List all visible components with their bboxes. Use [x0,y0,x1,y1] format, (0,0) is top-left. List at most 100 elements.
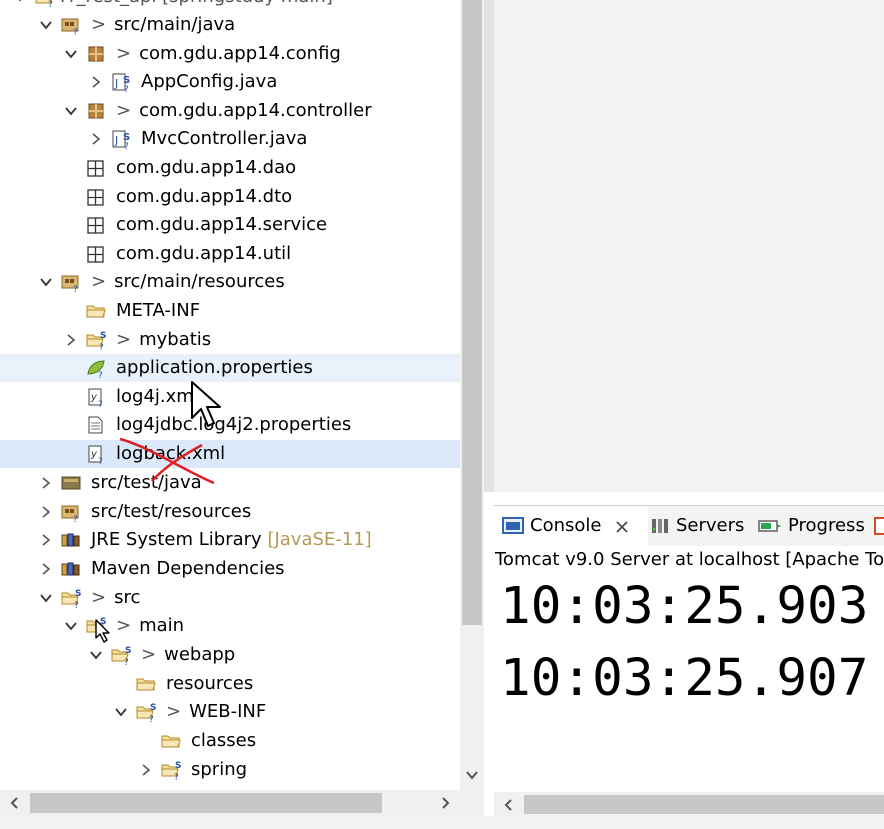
tree-vertical-scrollbar[interactable] [460,0,484,790]
tab-progress[interactable]: Progress [758,506,868,546]
tree-item[interactable]: ?S>main [0,612,460,640]
tree-item[interactable]: ? S > WEB-INF [0,698,460,726]
tree-item-text: com.gdu.app14.dto [116,183,292,211]
git-change-marker: > [116,615,132,636]
tree-item[interactable]: log4jdbc.log4j2.properties [0,411,460,439]
svg-text:?: ? [124,142,129,149]
tree-item[interactable]: com.gdu.app14.dto [0,183,460,211]
tree-item[interactable]: src/test/java [0,469,460,497]
chevron-down-icon[interactable] [65,105,77,117]
tree-item[interactable]: ? > src/main/java [0,11,460,39]
folder-icon [136,678,156,691]
tree-item-label: application.properties [116,357,313,378]
tree-item[interactable]: J S? AppConfig.java [0,68,460,96]
chevron-down-icon[interactable] [14,0,26,3]
svg-text:y: y [90,392,98,403]
tree-item[interactable]: META-INF [0,297,460,325]
chevron-down-icon[interactable] [40,592,52,604]
console-horizontal-scroll-thumb[interactable] [524,795,884,814]
package-explorer: ?SFr_rest_api [springstudy main]?>src/ma… [0,0,484,829]
tree-item-label: com.gdu.app14.service [116,214,328,235]
chevron-down-icon[interactable] [115,706,127,718]
git-change-marker: > [116,329,132,350]
chevron-down-icon[interactable] [65,48,77,60]
overflow-tab-icon[interactable] [874,516,884,536]
tree-item[interactable]: JRE System Library [JavaSE-11] [0,526,460,554]
tree-item[interactable]: ? S > webapp [0,641,460,669]
chevron-right-icon[interactable] [40,506,52,518]
tree-item-text: resources [166,670,253,698]
tree-item-text: log4j.xml [116,383,199,411]
chevron-right-icon[interactable] [90,76,102,88]
tree-item-text: com.gdu.app14.dao [116,154,296,182]
tree-item[interactable]: Maven Dependencies [0,555,460,583]
tree-item[interactable]: com.gdu.app14.service [0,211,460,239]
source-folder-icon: ? [61,275,79,292]
chevron-right-icon[interactable] [40,477,52,489]
mouse-pointer-icon [95,619,110,643]
tree-horizontal-scroll-thumb[interactable] [30,793,382,813]
tree-item-label: JRE System Library [91,529,262,550]
tree-item[interactable]: ? application.properties [0,354,460,382]
tree-item-label: MvcController.java [141,128,308,149]
tree-item-text: > src/main/java [91,11,235,39]
git-change-marker: > [166,701,182,722]
scroll-right-arrow-icon[interactable] [438,796,452,810]
tree-item-label: com.gdu.app14.dao [116,157,297,178]
chevron-right-icon[interactable] [90,133,102,145]
project-tree: ?SFr_rest_api [springstudy main]?>src/ma… [0,0,460,790]
chevron-down-icon[interactable] [40,19,52,31]
tree-item-label: WEB-INF [189,701,267,722]
scroll-down-arrow-icon[interactable] [464,768,480,782]
console-horizontal-scrollbar[interactable] [494,792,884,817]
tree-item[interactable]: ? > src/main/resources [0,268,460,296]
tree-item-label: src/main/java [114,14,236,35]
scroll-left-arrow-icon[interactable] [8,796,22,810]
tree-item-decoration: [JavaSE-11] [267,529,372,550]
java-file-icon: J S? [112,73,130,92]
folder-icon: ?S [161,761,181,780]
tab-console[interactable]: Console [494,506,648,546]
tree-item[interactable]: com.gdu.app14.util [0,240,460,268]
tree-item[interactable]: resources [0,670,460,698]
close-icon[interactable] [614,519,630,535]
tree-item-text: AppConfig.java [141,68,277,96]
scroll-corner [460,790,484,816]
chevron-down-icon[interactable] [90,649,102,661]
tree-item-project[interactable]: ?S Fr_rest_api [springstudy main] [0,0,460,11]
tree-item[interactable]: ? S > mybatis [0,326,460,354]
tree-item[interactable]: y? log4j.xml [0,383,460,411]
tree-item[interactable]: classes [0,727,460,755]
tree-item-text: > WEB-INF [166,698,266,726]
chevron-down-icon[interactable] [65,620,77,632]
package-icon [87,217,104,234]
tree-item[interactable]: > com.gdu.app14.controller [0,97,460,125]
tree-item[interactable]: ? S > src [0,584,460,612]
tree-item-text: > main [116,612,184,640]
tree-item-label: src/test/resources [91,501,252,522]
servers-icon [652,519,668,533]
git-change-marker: > [91,587,107,608]
svg-text:y: y [90,449,98,460]
chevron-right-icon[interactable] [140,764,152,776]
tree-item[interactable]: ? Sspring [0,756,460,784]
tab-console-label: Console [530,515,602,536]
tree-item[interactable]: J S? MvcController.java [0,125,460,153]
tree-horizontal-scrollbar[interactable] [0,790,460,816]
scroll-left-arrow-icon[interactable] [502,798,516,812]
tree-item[interactable]: > com.gdu.app14.config [0,40,460,68]
tab-servers[interactable]: Servers [650,506,750,546]
chevron-down-icon[interactable] [40,276,52,288]
tree-item-text: Maven Dependencies [91,555,285,583]
svg-text:?: ? [98,400,103,407]
tree-item-label: resources [166,673,254,694]
tree-item[interactable]: y? logback.xml [0,440,460,468]
tree-item-text: classes [191,727,256,755]
tree-item[interactable]: com.gdu.app14.dao [0,154,460,182]
tree-vertical-scroll-thumb[interactable] [462,0,482,625]
chevron-right-icon[interactable] [40,563,52,575]
tree-item-text: > mybatis [116,326,211,354]
tree-item[interactable]: ? src/test/resources [0,498,460,526]
chevron-right-icon[interactable] [65,334,77,346]
chevron-right-icon[interactable] [40,534,52,546]
